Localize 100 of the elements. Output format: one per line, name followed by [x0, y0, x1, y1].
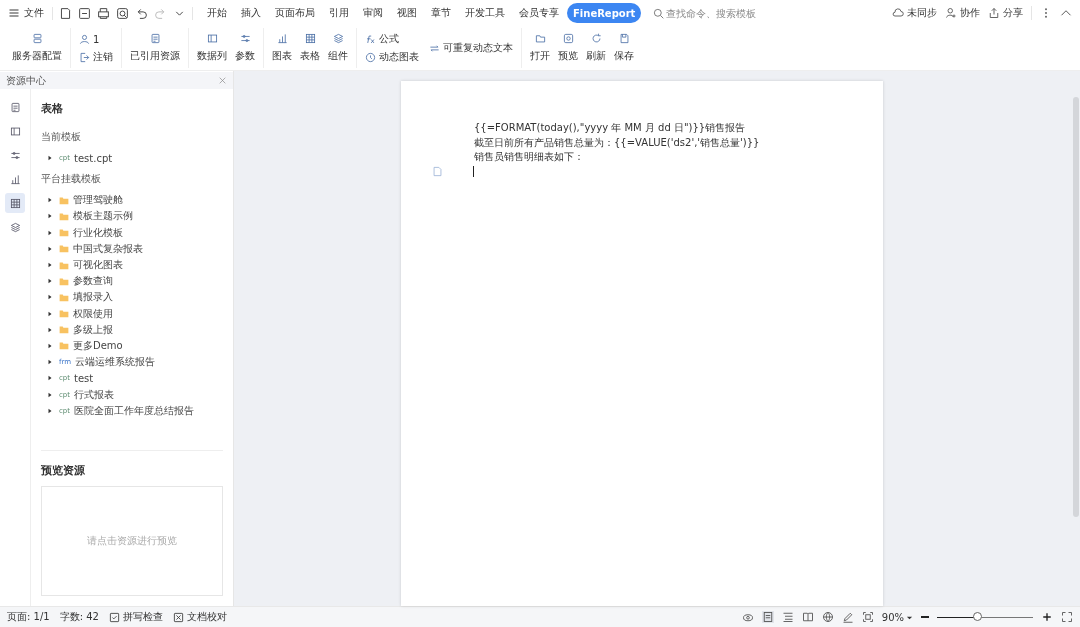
fit-icon[interactable]	[861, 611, 874, 623]
ribbon-button[interactable]: 数据列	[193, 28, 231, 68]
tree-item[interactable]: 云端运维系统报告	[75, 355, 156, 370]
user-icon	[79, 33, 90, 45]
ribbon-button[interactable]: 图表	[268, 28, 296, 68]
ribbon-tab[interactable]: 引用	[323, 3, 355, 23]
ribbon-tab[interactable]: 插入	[235, 3, 267, 23]
ribbon-button[interactable]: 表格	[296, 28, 324, 68]
tree-item[interactable]: 多级上报	[73, 322, 113, 337]
tree-item[interactable]: 管理驾驶舱	[73, 193, 123, 208]
server-icon	[31, 33, 43, 44]
ribbon-button[interactable]: 注销	[79, 49, 113, 65]
function-icon	[365, 33, 376, 45]
ribbon-button[interactable]: 1	[79, 31, 113, 47]
expand-arrow-icon[interactable]	[47, 213, 53, 220]
ribbon-button[interactable]: 预览	[554, 28, 582, 68]
expand-arrow-icon[interactable]	[47, 359, 53, 366]
tree-item[interactable]: 行业化模板	[73, 225, 123, 240]
tree-item[interactable]: 更多Demo	[73, 338, 123, 353]
tree-item[interactable]: test.cpt	[74, 152, 113, 164]
tree-item[interactable]: 模板主题示例	[73, 209, 133, 224]
add-user-icon	[945, 7, 957, 19]
ribbon-tab[interactable]: 视图	[391, 3, 423, 23]
ribbon-button[interactable]: 公式	[365, 31, 419, 47]
toolbar-button[interactable]: 未同步	[892, 6, 937, 20]
preview-hint: 请点击资源进行预览	[87, 534, 177, 548]
expand-arrow-icon[interactable]	[47, 278, 53, 285]
tree-item[interactable]: 中国式复杂报表	[73, 241, 143, 256]
ribbon-tab[interactable]: 会员专享	[513, 3, 565, 23]
spell-check-button[interactable]: 拼写检查	[108, 610, 163, 624]
folder-icon	[534, 33, 546, 44]
toolbar-button[interactable]: 协作	[945, 6, 980, 20]
file-menu[interactable]: 文件	[8, 6, 44, 20]
ribbon-button[interactable]: 刷新	[582, 28, 610, 68]
page-view-icon[interactable]	[761, 611, 774, 623]
text-cursor	[473, 166, 474, 177]
expand-arrow-icon[interactable]	[47, 407, 53, 414]
document-text: {{=FORMAT(today(),"yyyy 年 MM 月 dd 日")}}销售报告	[474, 121, 747, 135]
expand-arrow-icon[interactable]	[47, 197, 53, 204]
document-text: 销售员销售明细表如下：	[474, 150, 585, 164]
expand-arrow-icon[interactable]	[47, 326, 53, 333]
print-preview-icon[interactable]	[116, 6, 129, 20]
tree-item[interactable]: 行式报表	[74, 387, 115, 402]
ribbon-button[interactable]: 可重复动态文本	[429, 40, 513, 56]
ribbon-button[interactable]: 打开	[526, 28, 554, 68]
layers-icon	[9, 221, 21, 233]
ribbon-tab[interactable]: 章节	[425, 3, 457, 23]
ribbon-button[interactable]: 已引用资源	[126, 28, 184, 68]
ribbon-button[interactable]: 保存	[610, 28, 638, 68]
expand-arrow-icon[interactable]	[47, 375, 53, 382]
logout-icon	[79, 51, 90, 63]
tree-item[interactable]: 医院全面工作年度总结报告	[74, 403, 195, 418]
book-icon[interactable]	[801, 611, 814, 623]
expand-arrow-icon[interactable]	[47, 229, 53, 236]
ribbon-tab[interactable]: 开始	[201, 3, 233, 23]
ribbon-button[interactable]: 组件	[324, 28, 352, 68]
ribbon-tab[interactable]: 页面布局	[269, 3, 321, 23]
expand-arrow-icon[interactable]	[47, 310, 53, 317]
document-icon	[9, 101, 21, 113]
panel-title: 资源中心	[6, 73, 46, 88]
expand-arrow-icon[interactable]	[47, 342, 53, 349]
document-icon	[149, 33, 161, 44]
tree-item[interactable]: test	[74, 372, 94, 384]
eye-icon[interactable]	[741, 611, 754, 623]
ribbon-tab[interactable]: FineReport	[567, 3, 642, 23]
tree-item[interactable]: 可视化图表	[73, 258, 123, 273]
ribbon-button[interactable]: 动态图表	[365, 49, 419, 65]
expand-arrow-icon[interactable]	[47, 294, 53, 301]
table-icon	[9, 197, 21, 209]
outline-icon[interactable]	[781, 611, 794, 623]
ribbon-button[interactable]: 服务器配置	[8, 28, 66, 68]
sidebar-tab[interactable]	[5, 193, 25, 213]
undo-icon[interactable]	[135, 6, 148, 20]
checkbox-icon	[108, 611, 120, 623]
expand-arrow-icon[interactable]	[47, 391, 53, 398]
zoom-in-icon[interactable]	[1041, 611, 1053, 623]
layers-icon	[332, 33, 344, 44]
panel-icon	[206, 33, 218, 44]
section-heading: 表格	[41, 101, 64, 116]
proofread-button[interactable]: 文档校对	[172, 610, 227, 624]
pen-icon[interactable]	[841, 611, 854, 623]
tree-item[interactable]: 参数查询	[73, 274, 113, 289]
expand-arrow-icon[interactable]	[47, 155, 53, 162]
tree-item[interactable]: 权限使用	[73, 306, 113, 321]
fullscreen-icon[interactable]	[1061, 611, 1073, 623]
panel-icon	[9, 125, 21, 137]
zoom-slider-thumb[interactable]	[973, 611, 983, 621]
ribbon-tab[interactable]: 开发工具	[459, 3, 511, 23]
zoom-dropdown[interactable]: 90%	[881, 611, 913, 623]
print-icon[interactable]	[97, 6, 110, 20]
tree-item[interactable]: 填报录入	[73, 290, 113, 305]
expand-arrow-icon[interactable]	[47, 262, 53, 269]
expand-arrow-icon[interactable]	[47, 245, 53, 252]
ribbon-tab[interactable]: 审阅	[357, 3, 389, 23]
ribbon-button[interactable]: 参数	[231, 28, 259, 68]
toolbar-button[interactable]: 分享	[988, 6, 1023, 20]
sliders-icon	[239, 33, 251, 44]
scrollbar[interactable]	[1073, 97, 1079, 517]
refresh-icon	[590, 33, 602, 44]
globe-icon[interactable]	[821, 611, 834, 623]
